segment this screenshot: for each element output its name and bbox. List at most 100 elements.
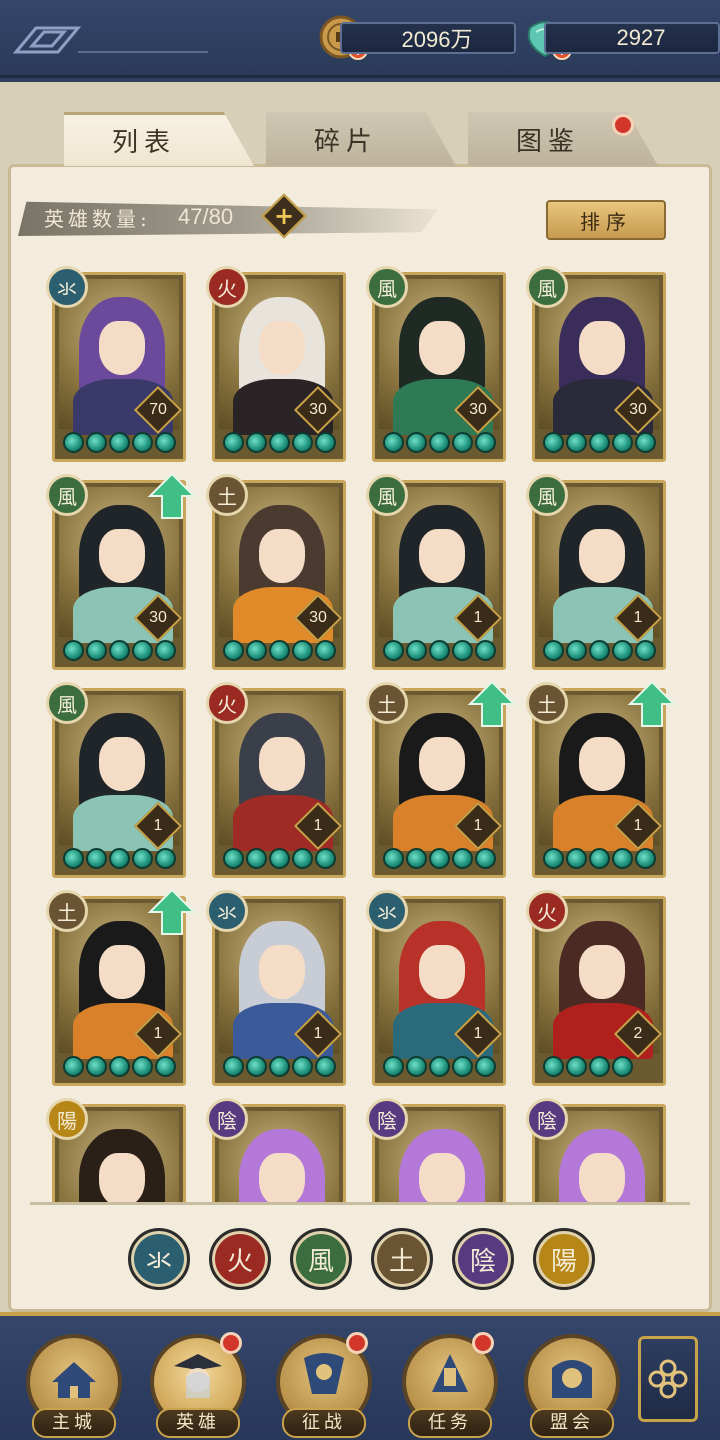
hero-count-value: 47/80: [178, 204, 234, 229]
hero-face: [419, 737, 465, 791]
flower-menu-icon: [648, 1359, 688, 1399]
jade-star-icon: [383, 1055, 404, 1077]
tab-codex-label: 图鉴: [515, 126, 580, 157]
star-rating: [223, 639, 339, 661]
plus-icon: +: [273, 202, 295, 230]
star-rating: [383, 431, 499, 453]
jade-star-icon: [63, 1055, 84, 1077]
upgrade-arrow-icon: [148, 888, 196, 935]
water-element-icon: 氺: [46, 266, 88, 308]
fire-element-icon: 火: [206, 266, 248, 308]
jade-star-icon: [635, 847, 656, 869]
jade-star-icon: [292, 431, 313, 453]
back-button-icon[interactable]: [12, 22, 212, 58]
yang-element-icon: 陽: [46, 1098, 88, 1140]
tab-list[interactable]: 列表: [64, 112, 254, 166]
jade-star-icon: [635, 639, 656, 661]
jade-star-icon: [223, 639, 244, 661]
hero-face: [579, 321, 625, 375]
jade-star-icon: [109, 639, 130, 661]
jade-star-icon: [589, 847, 610, 869]
city-icon: [52, 1362, 96, 1398]
nav-notification-dot: [220, 1332, 242, 1354]
jade-star-icon: [429, 847, 450, 869]
jade-star-icon: [589, 1055, 610, 1077]
star-rating: [223, 847, 339, 869]
wind-element-icon: 風: [366, 474, 408, 516]
hero-level: 1: [473, 1025, 483, 1042]
jade-currency[interactable]: + 2927: [522, 18, 720, 60]
nav-quest[interactable]: 任务: [398, 1328, 502, 1440]
filter-fire-button[interactable]: 火: [209, 1228, 271, 1290]
hero-face: [419, 1153, 465, 1202]
star-rating: [383, 639, 499, 661]
hero-level: 70: [149, 401, 167, 418]
filter-earth-button[interactable]: 土: [371, 1228, 433, 1290]
jade-star-icon: [63, 847, 84, 869]
hero-level: 1: [313, 1025, 323, 1042]
jade-star-icon: [429, 1055, 450, 1077]
yin-element-icon: 陰: [526, 1098, 568, 1140]
hero-face: [259, 945, 305, 999]
coin-currency[interactable]: + 2096万: [318, 15, 518, 60]
coin-amount: 2096万: [340, 22, 516, 54]
hero-face: [99, 1153, 145, 1202]
nav-campaign[interactable]: 征战: [272, 1328, 376, 1440]
campaign-icon: [304, 1353, 344, 1394]
jade-star-icon: [315, 1055, 336, 1077]
filter-yang-button[interactable]: 陽: [533, 1228, 595, 1290]
hero-face: [99, 737, 145, 791]
hero-face: [579, 1153, 625, 1202]
jade-star-icon: [566, 639, 587, 661]
jade-star-icon: [543, 1055, 564, 1077]
hero-level: 30: [149, 609, 167, 626]
jade-star-icon: [223, 1055, 244, 1077]
jade-star-icon: [406, 847, 427, 869]
filter-water-button[interactable]: 氺: [128, 1228, 190, 1290]
upgrade-arrow-icon: [468, 680, 516, 727]
hero-face: [259, 321, 305, 375]
jade-star-icon: [566, 1055, 587, 1077]
nav-city[interactable]: 主城: [22, 1328, 126, 1440]
guild-icon: [552, 1360, 592, 1398]
more-menu-button[interactable]: [638, 1336, 698, 1422]
upgrade-arrow-icon: [628, 680, 676, 727]
nav-hero[interactable]: 英雄: [146, 1328, 250, 1440]
jade-star-icon: [223, 847, 244, 869]
star-rating: [63, 1055, 179, 1077]
tab-fragments[interactable]: 碎片: [266, 112, 456, 166]
jade-star-icon: [452, 847, 473, 869]
jade-star-icon: [132, 1055, 153, 1077]
nav-label: 英雄: [156, 1408, 240, 1438]
jade-star-icon: [292, 639, 313, 661]
jade-star-icon: [543, 639, 564, 661]
bottom-nav: 主城 英雄 征战 任务 盟会: [0, 1312, 720, 1440]
jade-star-icon: [269, 847, 290, 869]
sort-button[interactable]: 排序: [546, 200, 666, 240]
star-rating: [223, 431, 339, 453]
hero-face: [579, 529, 625, 583]
hero-level: 1: [473, 817, 483, 834]
jade-star-icon: [246, 847, 267, 869]
filter-wind-button[interactable]: 風: [290, 1228, 352, 1290]
hero-face: [99, 945, 145, 999]
hero-face: [419, 945, 465, 999]
filter-yin-button[interactable]: 陰: [452, 1228, 514, 1290]
hero-level: 30: [629, 401, 647, 418]
jade-star-icon: [155, 639, 176, 661]
jade-star-icon: [63, 431, 84, 453]
hero-level: 1: [153, 817, 163, 834]
yin-element-icon: 陰: [206, 1098, 248, 1140]
jade-star-icon: [315, 431, 336, 453]
hero-face: [259, 529, 305, 583]
quest-icon: [432, 1354, 468, 1392]
jade-star-icon: [86, 431, 107, 453]
nav-guild[interactable]: 盟会: [520, 1328, 624, 1440]
jade-star-icon: [475, 431, 496, 453]
earth-element-icon: 土: [526, 682, 568, 724]
jade-star-icon: [566, 847, 587, 869]
jade-star-icon: [383, 847, 404, 869]
jade-star-icon: [109, 847, 130, 869]
jade-star-icon: [109, 1055, 130, 1077]
jade-star-icon: [612, 431, 633, 453]
